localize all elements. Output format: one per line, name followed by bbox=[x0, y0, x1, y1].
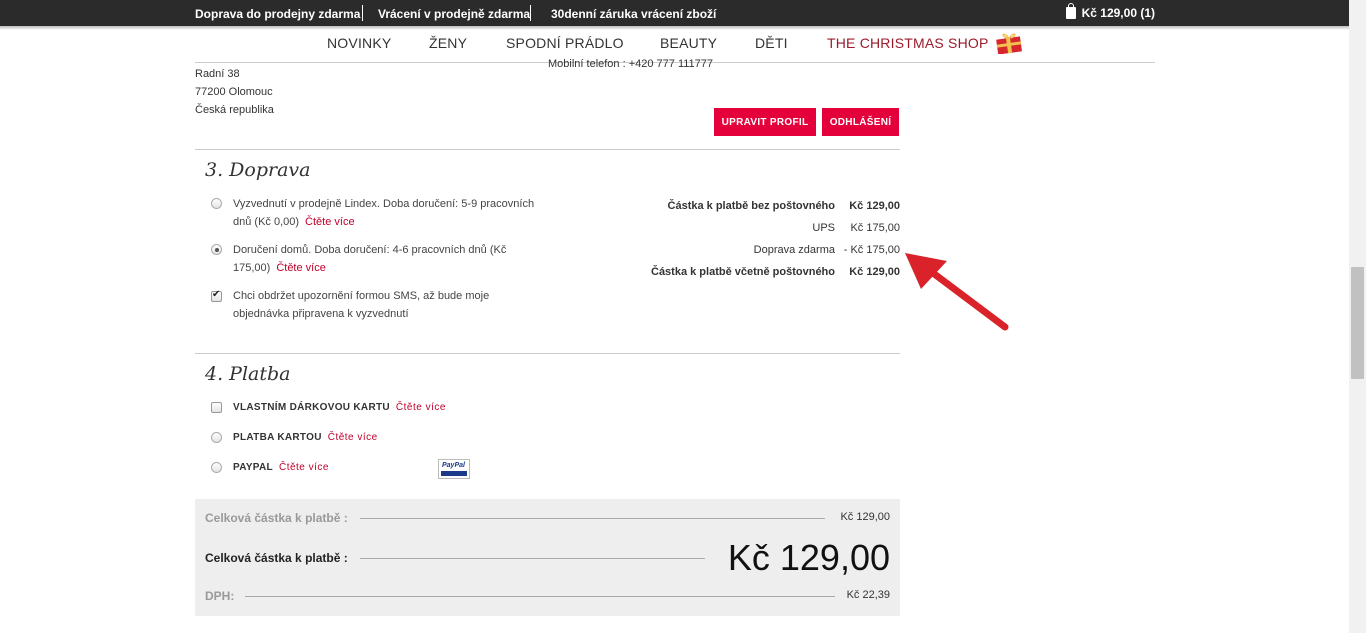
leader-line bbox=[360, 558, 705, 559]
shipping-store-pickup-label: Vyzvednutí v prodejně Lindex. Doba doruč… bbox=[233, 195, 534, 231]
shipping-home-delivery-label: Doručení domů. Doba doručení: 4-6 pracov… bbox=[233, 241, 506, 277]
summary-free-shipping-value: - Kč 175,00 bbox=[843, 244, 900, 256]
card-payment-option: PLATBA KARTOU Čtěte více bbox=[233, 432, 378, 443]
summary-free-shipping-label: Doprava zdarma bbox=[753, 244, 835, 256]
shopping-bag-icon bbox=[1065, 3, 1076, 19]
order-totals-box: Celková částka k platbě : Kč 129,00 Celk… bbox=[195, 499, 900, 616]
scrollbar-thumb[interactable] bbox=[1351, 267, 1364, 379]
nav-item-beauty[interactable]: BEAUTY bbox=[660, 35, 717, 51]
gift-icon bbox=[996, 33, 1022, 54]
shipping-store-pickup-radio[interactable] bbox=[211, 198, 222, 209]
shipping-title: 3. Doprava bbox=[205, 159, 311, 181]
total-value: Kč 129,00 bbox=[727, 537, 890, 578]
red-arrow-annotation bbox=[905, 253, 1009, 331]
card-payment-label: PLATBA KARTOU bbox=[233, 432, 322, 443]
paypal-logo-text: PayPal bbox=[442, 462, 465, 469]
section-divider bbox=[195, 353, 900, 354]
subtotal-label: Celková částka k platbě : bbox=[205, 511, 348, 525]
logout-button[interactable]: ODHLÁŠENÍ bbox=[822, 108, 899, 136]
shipping-home-delivery-radio[interactable] bbox=[211, 244, 222, 255]
top-bar: Doprava do prodejny zdarma Vrácení v pro… bbox=[0, 0, 1366, 26]
total-label: Celková částka k platbě : bbox=[205, 551, 348, 565]
paypal-radio[interactable] bbox=[211, 462, 222, 473]
promo-30-day-return[interactable]: 30denní záruka vrácení zboží bbox=[551, 7, 716, 21]
leader-line bbox=[245, 596, 835, 597]
promo-free-return[interactable]: Vrácení v prodejně zdarma bbox=[378, 7, 530, 21]
shipping-store-pickup-price: dnů (Kč 0,00) bbox=[233, 216, 300, 228]
read-more-link[interactable]: Čtěte více bbox=[279, 462, 329, 473]
divider bbox=[530, 5, 531, 21]
nav-item-spodni-pradlo[interactable]: SPODNÍ PRÁDLO bbox=[506, 35, 624, 51]
summary-ups-label: UPS bbox=[812, 222, 835, 234]
sms-notification-text: Chci obdržet upozornění formou SMS, až b… bbox=[233, 290, 490, 302]
paypal-logo: PayPal bbox=[438, 459, 470, 479]
read-more-link[interactable]: Čtěte více bbox=[328, 432, 378, 443]
vat-label: DPH: bbox=[205, 589, 235, 603]
leader-line bbox=[360, 518, 825, 519]
gift-card-checkbox[interactable] bbox=[211, 402, 222, 413]
summary-ups-value: Kč 175,00 bbox=[850, 222, 900, 234]
summary-total-label: Částka k platbě včetně poštovného bbox=[651, 266, 835, 278]
mobile-phone-text: Mobilní telefon : +420 777 111777 bbox=[548, 58, 714, 68]
summary-total-value: Kč 129,00 bbox=[849, 266, 900, 278]
vat-value: Kč 22,39 bbox=[846, 589, 890, 601]
shipping-store-pickup-text: Vyzvednutí v prodejně Lindex. Doba doruč… bbox=[233, 198, 535, 210]
nav-item-zeny[interactable]: ŽENY bbox=[429, 35, 467, 51]
divider bbox=[362, 5, 363, 21]
summary-subtotal-value: Kč 129,00 bbox=[849, 200, 900, 212]
subtotal-value: Kč 129,00 bbox=[840, 511, 890, 523]
read-more-link[interactable]: Čtěte více bbox=[276, 262, 326, 274]
promo-free-store-delivery[interactable]: Doprava do prodejny zdarma bbox=[195, 7, 360, 21]
paypal-label: PAYPAL bbox=[233, 462, 273, 473]
nav-item-novinky[interactable]: NOVINKY bbox=[327, 35, 391, 51]
address-street: Radní 38 bbox=[195, 68, 240, 80]
summary-subtotal-label: Částka k platbě bez poštovného bbox=[667, 200, 835, 212]
edit-profile-button[interactable]: UPRAVIT PROFIL bbox=[714, 108, 816, 136]
shipping-home-delivery-text: Doručení domů. Doba doručení: 4-6 pracov… bbox=[233, 244, 507, 256]
cart-button[interactable]: Kč 129,00 (1) bbox=[1065, 3, 1155, 20]
sms-notification-checkbox[interactable] bbox=[211, 289, 222, 302]
cart-total: Kč 129,00 (1) bbox=[1081, 6, 1155, 20]
paypal-logo-bar bbox=[441, 471, 467, 476]
read-more-link[interactable]: Čtěte více bbox=[305, 216, 355, 228]
payment-title: 4. Platba bbox=[205, 363, 291, 385]
sms-notification-label: Chci obdržet upozornění formou SMS, až b… bbox=[233, 287, 489, 323]
card-payment-radio[interactable] bbox=[211, 432, 222, 443]
shipping-home-delivery-price: 175,00) bbox=[233, 262, 271, 274]
address-city: 77200 Olomouc bbox=[195, 86, 273, 98]
sms-notification-text-2: objednávka připravena k vyzvednutí bbox=[233, 308, 409, 320]
section-divider bbox=[195, 149, 900, 150]
nav-item-christmas-shop[interactable]: THE CHRISTMAS SHOP bbox=[827, 35, 989, 51]
gift-card-option: VLASTNÍM DÁRKOVOU KARTU Čtěte více bbox=[233, 402, 446, 413]
nav-item-deti[interactable]: DĚTI bbox=[755, 35, 788, 51]
read-more-link[interactable]: Čtěte více bbox=[396, 402, 446, 413]
address-country: Česká republika bbox=[195, 104, 274, 116]
gift-card-label: VLASTNÍM DÁRKOVOU KARTU bbox=[233, 402, 390, 413]
paypal-option: PAYPAL Čtěte více bbox=[233, 462, 329, 473]
